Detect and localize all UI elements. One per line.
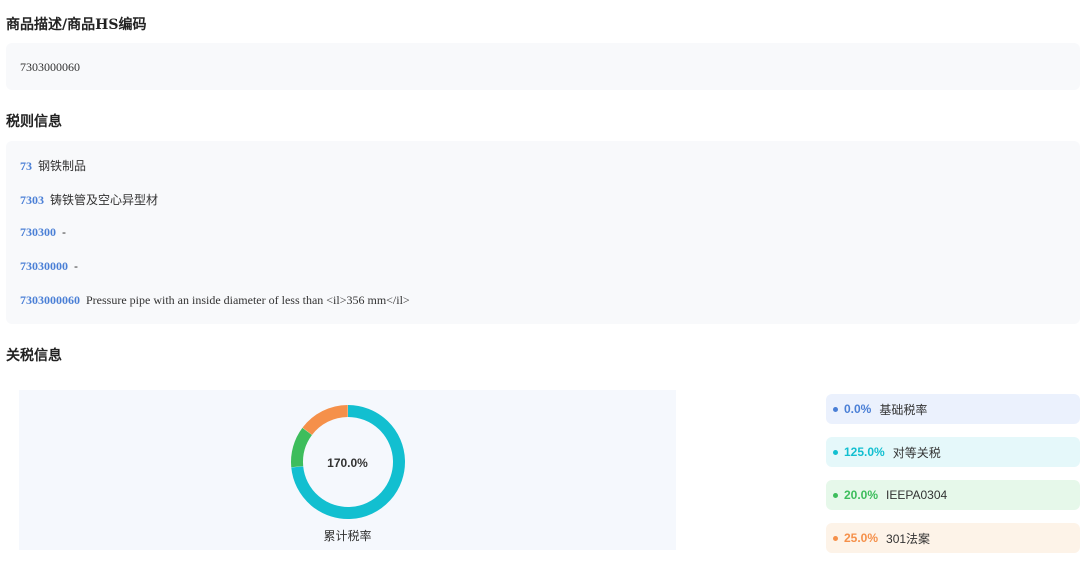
legend-item-ieepa: 20.0% IEEPA0304 <box>826 480 1080 510</box>
legend-item-base-rate: 0.0% 基础税率 <box>826 394 1080 424</box>
legend-label: IEEPA0304 <box>886 488 948 502</box>
hs-code-value: 7303000060 <box>20 60 80 74</box>
tariff-row: 7303 铸铁管及空心异型材 <box>20 191 158 208</box>
legend-dot <box>833 449 838 455</box>
legend-value: 25.0% <box>844 531 879 545</box>
legend-item-reciprocal-tariff: 125.0% 对等关税 <box>826 437 1080 467</box>
tariff-desc: 钢铁制品 <box>38 159 87 173</box>
hs-code-box: 7303000060 <box>6 43 1080 90</box>
legend-dot <box>833 492 838 498</box>
duty-donut-chart <box>291 405 405 519</box>
legend-label: 对等关税 <box>892 445 941 460</box>
duty-section-title: 关税信息 <box>6 348 62 364</box>
tariff-code[interactable]: 73 <box>20 159 32 173</box>
hs-section-title: 商品描述/商品HS编码 <box>6 17 147 33</box>
tariff-row: 7303000060 Pressure pipe with an inside d… <box>20 293 410 308</box>
legend-dot <box>833 535 838 541</box>
tariff-desc: - <box>74 259 78 273</box>
legend-item-section-301: 25.0% 301法案 <box>826 523 1080 553</box>
donut-caption: 累计税率 <box>323 529 372 543</box>
legend-label: 301法案 <box>886 531 931 546</box>
legend-value: 0.0% <box>844 402 872 416</box>
tariff-desc: 铸铁管及空心异型材 <box>50 193 159 207</box>
tariff-section-title: 税则信息 <box>6 114 62 130</box>
tariff-desc: Pressure pipe with an inside diameter of… <box>86 293 410 307</box>
tariff-desc: - <box>62 225 66 239</box>
legend-value: 125.0% <box>844 445 885 459</box>
tariff-info-box: 73 钢铁制品 7303 铸铁管及空心异型材 730300- 73030000- 7… <box>6 141 1080 324</box>
tariff-code[interactable]: 73030000 <box>20 259 68 273</box>
tariff-row: 73 钢铁制品 <box>20 157 86 174</box>
donut-slice[interactable] <box>302 405 349 436</box>
tariff-row: 73030000- <box>20 259 78 274</box>
tariff-code[interactable]: 730300 <box>20 225 56 239</box>
tariff-row: 730300- <box>20 225 66 240</box>
legend-dot <box>833 406 838 412</box>
tariff-code[interactable]: 7303000060 <box>20 293 80 307</box>
duty-chart-panel: 170.0% 累计税率 <box>19 390 676 550</box>
legend-value: 20.0% <box>844 488 879 502</box>
tariff-code[interactable]: 7303 <box>20 193 44 207</box>
donut-total-value: 170.0% <box>327 456 368 470</box>
legend-label: 基础税率 <box>879 402 928 417</box>
